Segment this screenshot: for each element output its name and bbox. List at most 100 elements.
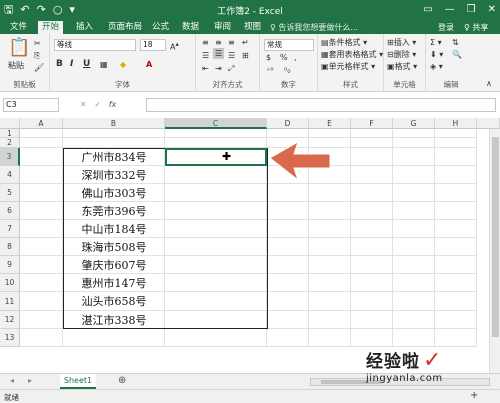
tab-review[interactable]: 审阅 xyxy=(210,21,235,34)
grow-font-icon[interactable]: A▴ xyxy=(170,39,179,53)
cell-e8[interactable] xyxy=(309,238,351,256)
cell-f10[interactable] xyxy=(351,274,393,292)
tell-me-box[interactable]: ♀ 告诉我您想要做什么... xyxy=(270,21,358,34)
cell-d6[interactable] xyxy=(267,202,309,220)
cut-icon[interactable]: ✂ xyxy=(34,38,41,49)
tab-file[interactable]: 文件 xyxy=(6,21,31,34)
col-header-d[interactable]: D xyxy=(267,118,309,129)
cell-f7[interactable] xyxy=(351,220,393,238)
tab-formulas[interactable]: 公式 xyxy=(148,21,173,34)
cell-b13[interactable] xyxy=(63,329,165,347)
cell-g4[interactable] xyxy=(393,166,435,184)
cell-g11[interactable] xyxy=(393,292,435,311)
cell-a11[interactable] xyxy=(20,292,63,311)
cell-d13[interactable] xyxy=(267,329,309,347)
cell-h9[interactable] xyxy=(435,256,477,274)
cell-f5[interactable] xyxy=(351,184,393,202)
row-header-10[interactable]: 10 xyxy=(0,274,20,292)
align-bottom-icon[interactable]: ≡ xyxy=(228,37,235,48)
format-as-table-button[interactable]: ▦套用表格格式 ▾ xyxy=(321,49,383,60)
cell-g7[interactable] xyxy=(393,220,435,238)
cell-e7[interactable] xyxy=(309,220,351,238)
tab-view[interactable]: 视图 xyxy=(240,21,265,34)
cell-h11[interactable] xyxy=(435,292,477,311)
row-header-13[interactable]: 13 xyxy=(0,329,20,347)
fx-icon[interactable]: fx xyxy=(109,100,117,109)
cell-h5[interactable] xyxy=(435,184,477,202)
cell-f4[interactable] xyxy=(351,166,393,184)
sign-in-link[interactable]: 登录 xyxy=(438,21,454,34)
cell-g13[interactable] xyxy=(393,329,435,347)
cell-g12[interactable] xyxy=(393,311,435,329)
font-name-select[interactable]: 等线 xyxy=(54,39,136,51)
enter-icon[interactable]: ✓ xyxy=(94,100,101,109)
cell-h6[interactable] xyxy=(435,202,477,220)
row-header-1[interactable]: 1 xyxy=(0,129,20,138)
vertical-scrollbar[interactable] xyxy=(489,129,500,373)
cell-a2[interactable] xyxy=(20,138,63,148)
cell-c13[interactable] xyxy=(165,329,267,347)
row-header-7[interactable]: 7 xyxy=(0,220,20,238)
cell-b1[interactable] xyxy=(63,129,165,138)
delete-cells-button[interactable]: ⊟删除 ▾ xyxy=(387,49,416,60)
tab-home[interactable]: 开始 xyxy=(38,21,64,34)
cell-g8[interactable] xyxy=(393,238,435,256)
cell-f13[interactable] xyxy=(351,329,393,347)
cell-e1[interactable] xyxy=(309,129,351,138)
scroll-thumb[interactable] xyxy=(492,137,499,337)
cell-g3[interactable] xyxy=(393,148,435,166)
cell-g5[interactable] xyxy=(393,184,435,202)
cell-f3[interactable] xyxy=(351,148,393,166)
minimize-icon[interactable]: — xyxy=(445,3,455,17)
align-left-icon[interactable]: ☰ xyxy=(202,50,209,61)
cell-e9[interactable] xyxy=(309,256,351,274)
ribbon-display-icon[interactable]: ▭ xyxy=(423,3,432,17)
cell-f1[interactable] xyxy=(351,129,393,138)
cell-a6[interactable] xyxy=(20,202,63,220)
col-header-g[interactable]: G xyxy=(393,118,435,129)
tab-page-layout[interactable]: 页面布局 xyxy=(104,21,146,34)
find-icon[interactable]: 🔍 xyxy=(452,49,462,60)
cell-h13[interactable] xyxy=(435,329,477,347)
collapse-ribbon-icon[interactable]: ∧ xyxy=(486,78,492,89)
cell-g1[interactable] xyxy=(393,129,435,138)
cell-d8[interactable] xyxy=(267,238,309,256)
align-middle-icon[interactable]: ≡ xyxy=(215,37,222,48)
merge-icon[interactable]: ⊞ xyxy=(242,50,249,61)
number-format-select[interactable]: 常规 xyxy=(264,39,314,51)
cell-a4[interactable] xyxy=(20,166,63,184)
increase-decimal-icon[interactable]: ⁺⁰ xyxy=(266,65,273,76)
clear-icon[interactable]: ◈ ▾ xyxy=(430,61,443,72)
close-icon[interactable]: ✕ xyxy=(488,3,496,17)
align-top-icon[interactable]: ≡ xyxy=(202,37,209,48)
cell-a13[interactable] xyxy=(20,329,63,347)
row-header-9[interactable]: 9 xyxy=(0,256,20,274)
cell-e5[interactable] xyxy=(309,184,351,202)
cell-a1[interactable] xyxy=(20,129,63,138)
col-header-h[interactable]: H xyxy=(435,118,477,129)
cell-styles-button[interactable]: ▣单元格样式 ▾ xyxy=(321,61,375,72)
percent-icon[interactable]: % xyxy=(280,52,288,63)
font-color-icon[interactable]: A xyxy=(146,59,152,70)
cell-h7[interactable] xyxy=(435,220,477,238)
cell-a3[interactable] xyxy=(20,148,63,166)
fill-color-icon[interactable]: ◆ xyxy=(120,59,126,70)
cell-g9[interactable] xyxy=(393,256,435,274)
row-header-2[interactable]: 2 xyxy=(0,138,20,148)
cell-d9[interactable] xyxy=(267,256,309,274)
cell-a9[interactable] xyxy=(20,256,63,274)
cell-h2[interactable] xyxy=(435,138,477,148)
name-box[interactable]: C3 xyxy=(3,98,59,112)
row-header-8[interactable]: 8 xyxy=(0,238,20,256)
cell-a5[interactable] xyxy=(20,184,63,202)
row-header-11[interactable]: 11 xyxy=(0,292,20,311)
scroll-left-icon[interactable]: ◂ xyxy=(10,376,14,385)
decrease-indent-icon[interactable]: ⇤ xyxy=(202,63,209,74)
increase-indent-icon[interactable]: ⇥ xyxy=(215,63,222,74)
cell-h12[interactable] xyxy=(435,311,477,329)
row-header-12[interactable]: 12 xyxy=(0,311,20,329)
tab-data[interactable]: 数据 xyxy=(178,21,203,34)
cell-e11[interactable] xyxy=(309,292,351,311)
cell-d12[interactable] xyxy=(267,311,309,329)
cell-e12[interactable] xyxy=(309,311,351,329)
